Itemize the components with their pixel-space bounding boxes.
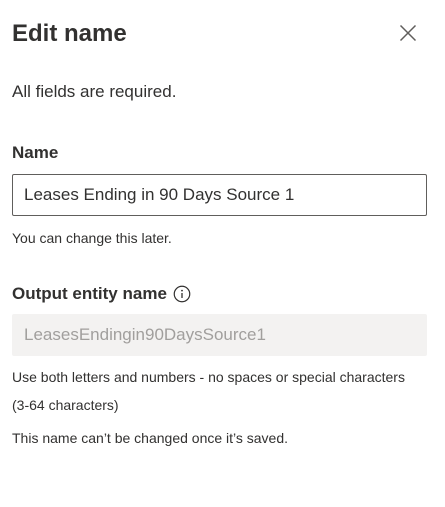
required-fields-note: All fields are required.: [12, 82, 177, 101]
output-entity-name-input: [12, 314, 427, 356]
output-entity-locked-text: This name can’t be changed once it’s sav…: [12, 430, 289, 446]
edit-name-panel: Edit name All fields are required. Name …: [0, 0, 445, 507]
name-input[interactable]: [12, 174, 427, 216]
name-helper-text: You can change this later.: [12, 230, 172, 246]
output-entity-label-text: Output entity name: [12, 284, 167, 303]
name-label-text: Name: [12, 143, 59, 162]
output-entity-rules-text: Use both letters and numbers - no spaces…: [12, 369, 405, 413]
info-icon[interactable]: [173, 285, 191, 303]
close-icon: [399, 24, 417, 42]
panel-title: Edit name: [12, 20, 127, 47]
output-entity-field-label: Output entity name: [12, 282, 191, 306]
name-field-label: Name: [12, 141, 58, 165]
close-button[interactable]: [392, 17, 424, 49]
